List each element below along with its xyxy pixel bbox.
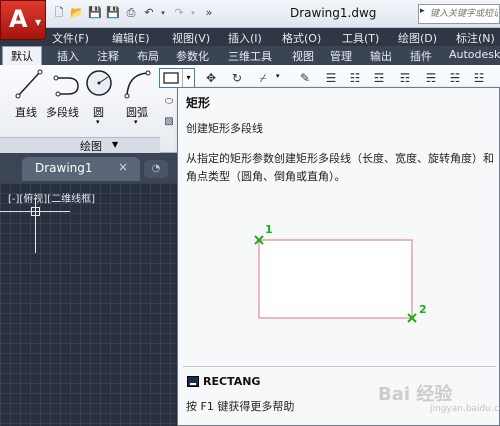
- redo-icon[interactable]: ↷: [172, 6, 186, 20]
- file-tab-label[interactable]: Drawing1: [35, 161, 93, 175]
- polyline-tool-icon[interactable]: [52, 68, 84, 102]
- ellipse-icon[interactable]: ⬭: [160, 92, 178, 110]
- crosshair-pickbox: [31, 207, 40, 216]
- menu-dimension[interactable]: 标注(N): [456, 30, 495, 46]
- layer-off-icon[interactable]: ☴: [422, 68, 440, 86]
- tab-view[interactable]: 视图: [292, 48, 314, 64]
- rectangle-icon: [163, 72, 179, 84]
- search-input[interactable]: 键入关键字或短语: [430, 6, 498, 19]
- save-icon[interactable]: 💾: [88, 6, 102, 20]
- menu-draw[interactable]: 绘图(D): [398, 30, 437, 46]
- viewport-controls[interactable]: [-][俯视][二维线框]: [8, 190, 95, 205]
- undo-icon[interactable]: ↶: [142, 6, 156, 20]
- tab-insert[interactable]: 插入: [57, 48, 79, 64]
- rectangle-illustration: 1 2: [254, 223, 427, 323]
- menu-insert[interactable]: 插入(I): [228, 30, 262, 46]
- menu-edit[interactable]: 编辑(E): [112, 30, 150, 46]
- undo-dropdown-icon[interactable]: ▾: [156, 6, 170, 20]
- redo-dropdown-icon[interactable]: ▾: [186, 6, 200, 20]
- point1-label: 1: [265, 223, 273, 236]
- menu-file[interactable]: 文件(F): [52, 30, 89, 46]
- tab-annotate[interactable]: 注释: [97, 48, 119, 64]
- arc-dropdown-icon[interactable]: ▾: [134, 118, 138, 126]
- command-icon: [187, 376, 199, 387]
- panel-expand-icon[interactable]: ▼: [112, 140, 118, 149]
- watermark-url: jingyan.baidu.com: [430, 404, 500, 414]
- layer-icon[interactable]: ☷: [346, 68, 364, 86]
- tooltip-title: 矩形: [186, 96, 211, 110]
- tooltip-subtitle: 创建矩形多段线: [186, 122, 263, 135]
- arc-tool-icon[interactable]: [122, 68, 152, 102]
- polyline-tool-label[interactable]: 多段线: [46, 104, 79, 120]
- drawing-canvas[interactable]: [0, 183, 180, 426]
- rectangle-dropdown-icon[interactable]: ▾: [182, 69, 194, 87]
- tab-manage[interactable]: 管理: [330, 48, 352, 64]
- menu-tools[interactable]: 工具(T): [342, 30, 379, 46]
- rotate-icon[interactable]: ↻: [228, 68, 246, 86]
- application-menu-button[interactable]: A ▼: [0, 0, 46, 40]
- hatch-icon[interactable]: ▧: [160, 112, 178, 130]
- line-tool-icon[interactable]: [14, 68, 44, 102]
- point2-label: 2: [419, 303, 427, 316]
- watermark: Bai 经验: [378, 384, 453, 405]
- document-title: Drawing1.dwg: [290, 6, 377, 20]
- tab-layout[interactable]: 布局: [137, 48, 159, 64]
- tab-parametric[interactable]: 参数化: [176, 48, 209, 64]
- search-expand-icon[interactable]: ▸: [420, 6, 425, 16]
- trim-dropdown-icon[interactable]: ▾: [276, 72, 280, 80]
- close-icon[interactable]: ×: [118, 160, 128, 174]
- open-folder-icon[interactable]: 📂: [70, 6, 84, 20]
- print-icon[interactable]: ⎙: [124, 6, 138, 20]
- chevron-down-icon: ▼: [35, 18, 42, 27]
- tab-plugins[interactable]: 插件: [410, 48, 432, 64]
- tooltip-help: 按 F1 键获得更多帮助: [186, 400, 295, 413]
- layer-state-icon[interactable]: ☲: [370, 68, 388, 86]
- layer-freeze-icon[interactable]: ☳: [470, 68, 488, 86]
- erase-icon[interactable]: ✎: [296, 68, 314, 86]
- draw-panel-title[interactable]: 绘图: [80, 138, 102, 154]
- autocad-logo-icon: A: [9, 5, 28, 33]
- circle-tool-icon[interactable]: [84, 68, 114, 102]
- circle-dropdown-icon[interactable]: ▾: [96, 118, 100, 126]
- tab-default[interactable]: 默认: [2, 46, 42, 65]
- menu-format[interactable]: 格式(O): [282, 30, 321, 46]
- illustration-rect: [258, 239, 413, 319]
- customize-toolbar-icon[interactable]: »: [202, 6, 216, 20]
- tooltip-description: 从指定的矩形参数创建矩形多段线（长度、宽度、旋转角度）和角点类型（圆角、倒角或直…: [186, 152, 494, 183]
- layer-match-icon[interactable]: ☶: [396, 68, 414, 86]
- save-as-icon[interactable]: 💾: [106, 6, 120, 20]
- new-file-icon[interactable]: 🗋: [52, 6, 66, 20]
- menu-view[interactable]: 视图(V): [172, 30, 210, 46]
- trim-icon[interactable]: ⌿: [254, 68, 272, 86]
- tooltip-command: RECTANG: [203, 375, 261, 388]
- tab-output[interactable]: 输出: [370, 48, 392, 64]
- layer-properties-icon[interactable]: ☰: [322, 68, 340, 86]
- new-tab-icon[interactable]: ◔: [144, 160, 168, 178]
- tooltip-divider: [183, 366, 496, 367]
- line-tool-label[interactable]: 直线: [15, 104, 37, 120]
- tab-3d-tools[interactable]: 三维工具: [228, 48, 272, 64]
- tab-autodesk[interactable]: Autodesk: [449, 48, 500, 61]
- layer-isolate-icon[interactable]: ☵: [446, 68, 464, 86]
- move-icon[interactable]: ✥: [202, 68, 220, 86]
